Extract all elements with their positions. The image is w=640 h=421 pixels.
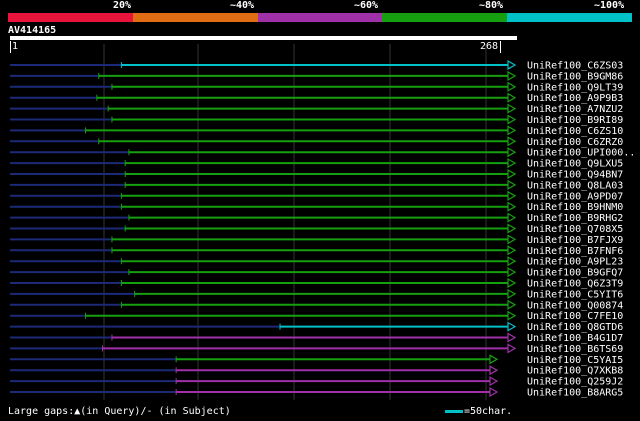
- hit-row[interactable]: UniRef100_Q6Z3T9: [10, 277, 623, 290]
- hit-label[interactable]: UniRef100_Q8GTD6: [527, 322, 623, 333]
- hit-end-arrow: [507, 256, 517, 267]
- hit-end-arrow: [507, 223, 517, 234]
- hit-end-arrow: [507, 179, 517, 190]
- hit-end-arrow: [489, 386, 499, 398]
- hit-row[interactable]: UniRef100_C5YAI5: [10, 354, 623, 366]
- hit-end-arrow: [507, 103, 517, 114]
- scale-line: [445, 409, 463, 413]
- hit-label[interactable]: UniRef100_Q708X5: [527, 224, 623, 235]
- hit-end-arrow: [507, 70, 517, 81]
- hit-row[interactable]: UniRef100_Q9LT39: [10, 81, 623, 93]
- hit-label[interactable]: UniRef100_C6ZRZ0: [527, 137, 623, 148]
- hit-row[interactable]: UniRef100_B6TS69: [10, 343, 623, 355]
- hit-end-arrow: [507, 92, 517, 103]
- hit-end-arrow: [507, 190, 517, 201]
- hit-row[interactable]: UniRef100_C6ZS03: [10, 59, 623, 72]
- hit-row[interactable]: UniRef100_Q9LXU5: [10, 158, 623, 170]
- hit-label[interactable]: UniRef100_Q7XKB8: [527, 366, 623, 377]
- hit-end-arrow: [507, 343, 517, 354]
- hit-label[interactable]: UniRef100_Q8LA03: [527, 180, 623, 191]
- hit-row[interactable]: UniRef100_A9P9B3: [10, 92, 623, 104]
- hit-label[interactable]: UniRef100_B7FNF6: [527, 246, 623, 257]
- hit-end-arrow: [507, 81, 517, 92]
- hit-end-arrow: [507, 147, 517, 158]
- hit-row[interactable]: UniRef100_Q8GTD6: [10, 321, 623, 333]
- hit-end-arrow: [489, 354, 499, 365]
- hit-end-arrow: [507, 332, 517, 343]
- hit-end-arrow: [507, 267, 517, 278]
- hit-label[interactable]: UniRef100_Q94BN7: [527, 170, 623, 181]
- hit-row[interactable]: UniRef100_B9HNM0: [10, 201, 623, 213]
- hit-end-arrow: [507, 277, 517, 289]
- hit-label[interactable]: UniRef100_B7FJX9: [527, 235, 623, 246]
- hit-label[interactable]: UniRef100_C6ZS10: [527, 126, 623, 137]
- hit-row[interactable]: UniRef100_C6ZRZ0: [10, 136, 623, 148]
- hit-end-arrow: [507, 212, 517, 223]
- hit-label[interactable]: UniRef100_B6TS69: [527, 344, 623, 355]
- hit-end-arrow: [489, 365, 499, 376]
- hit-label[interactable]: UniRef100_B8ARG5: [527, 388, 623, 399]
- hit-row[interactable]: UniRef100_Q7XKB8: [10, 365, 623, 377]
- hit-label[interactable]: UniRef100_Q259J2: [527, 377, 623, 388]
- hit-label[interactable]: UniRef100_Q9LT39: [527, 82, 623, 93]
- hit-end-arrow: [507, 59, 517, 71]
- hit-row[interactable]: UniRef100_Q94BN7: [10, 168, 623, 181]
- hit-row[interactable]: UniRef100_B9GM86: [10, 70, 623, 82]
- hit-end-arrow: [507, 310, 517, 321]
- hit-row[interactable]: UniRef100_Q8LA03: [10, 179, 623, 191]
- large-gaps-legend: Large gaps:▲(in Query)/- (in Subject): [8, 406, 231, 417]
- hit-row[interactable]: UniRef100_C5YIT6: [10, 288, 623, 300]
- hit-end-arrow: [507, 158, 517, 169]
- hit-end-arrow: [507, 125, 517, 136]
- hit-end-arrow: [507, 245, 517, 256]
- scale-legend: =50char.: [445, 406, 512, 418]
- hit-row[interactable]: UniRef100_B7FNF6: [10, 245, 623, 257]
- hit-end-arrow: [507, 321, 517, 332]
- hit-label[interactable]: UniRef100_B9RHG2: [527, 213, 623, 224]
- hit-label[interactable]: UniRef100_B9HNM0: [527, 202, 623, 213]
- hit-row[interactable]: UniRef100_B4G1D7: [10, 332, 623, 344]
- hit-label[interactable]: UniRef100_C6ZS03: [527, 61, 623, 72]
- hit-row[interactable]: UniRef100_C6ZS10: [10, 125, 623, 137]
- hit-label[interactable]: UniRef100_Q9LXU5: [527, 159, 623, 170]
- hit-row[interactable]: UniRef100_Q00874: [10, 299, 623, 311]
- hit-label[interactable]: UniRef100_B9GM86: [527, 71, 623, 82]
- hit-label[interactable]: UniRef100_C7FE10: [527, 311, 623, 322]
- hit-row[interactable]: UniRef100_B9RHG2: [10, 212, 623, 224]
- hit-end-arrow: [507, 201, 517, 212]
- hit-end-arrow: [507, 168, 517, 180]
- hit-label[interactable]: UniRef100_A9PL23: [527, 257, 623, 268]
- hit-row[interactable]: UniRef100_Q259J2: [10, 376, 623, 388]
- hit-label[interactable]: UniRef100_C5YAI5: [527, 355, 623, 366]
- hit-label[interactable]: UniRef100_B4G1D7: [527, 333, 623, 344]
- hit-end-arrow: [507, 234, 517, 245]
- scale-label: =50char.: [464, 406, 513, 417]
- hit-row[interactable]: UniRef100_Q708X5: [10, 223, 623, 235]
- hit-row[interactable]: UniRef100_A9PL23: [10, 256, 623, 268]
- hit-label[interactable]: UniRef100_C5YIT6: [527, 289, 623, 300]
- hit-row[interactable]: UniRef100_B8ARG5: [10, 386, 623, 399]
- hit-label[interactable]: UniRef100_Q6Z3T9: [527, 279, 623, 290]
- alignment-plot: UniRef100_C6ZS03UniRef100_B9GM86UniRef10…: [10, 44, 635, 400]
- hit-row[interactable]: UniRef100_B9RI89: [10, 114, 623, 126]
- hit-end-arrow: [507, 288, 517, 299]
- hit-end-arrow: [507, 114, 517, 125]
- hit-end-arrow: [507, 136, 517, 147]
- hit-row[interactable]: UniRef100_B9GFQ7: [10, 267, 623, 279]
- hit-end-arrow: [489, 376, 499, 387]
- hit-label[interactable]: UniRef100_B9GFQ7: [527, 268, 623, 279]
- hit-label[interactable]: UniRef100_UPI000..: [527, 148, 635, 159]
- hit-row[interactable]: UniRef100_A7NZU2: [10, 103, 623, 115]
- hit-label[interactable]: UniRef100_A9PD07: [527, 191, 623, 202]
- hit-row[interactable]: UniRef100_C7FE10: [10, 310, 623, 322]
- hit-label[interactable]: UniRef100_A7NZU2: [527, 104, 623, 115]
- hit-label[interactable]: UniRef100_B9RI89: [527, 115, 623, 126]
- hit-label[interactable]: UniRef100_Q00874: [527, 300, 623, 311]
- hit-end-arrow: [507, 299, 517, 310]
- hit-row[interactable]: UniRef100_B7FJX9: [10, 234, 623, 246]
- hit-label[interactable]: UniRef100_A9P9B3: [527, 93, 623, 104]
- hit-row[interactable]: UniRef100_A9PD07: [10, 190, 623, 202]
